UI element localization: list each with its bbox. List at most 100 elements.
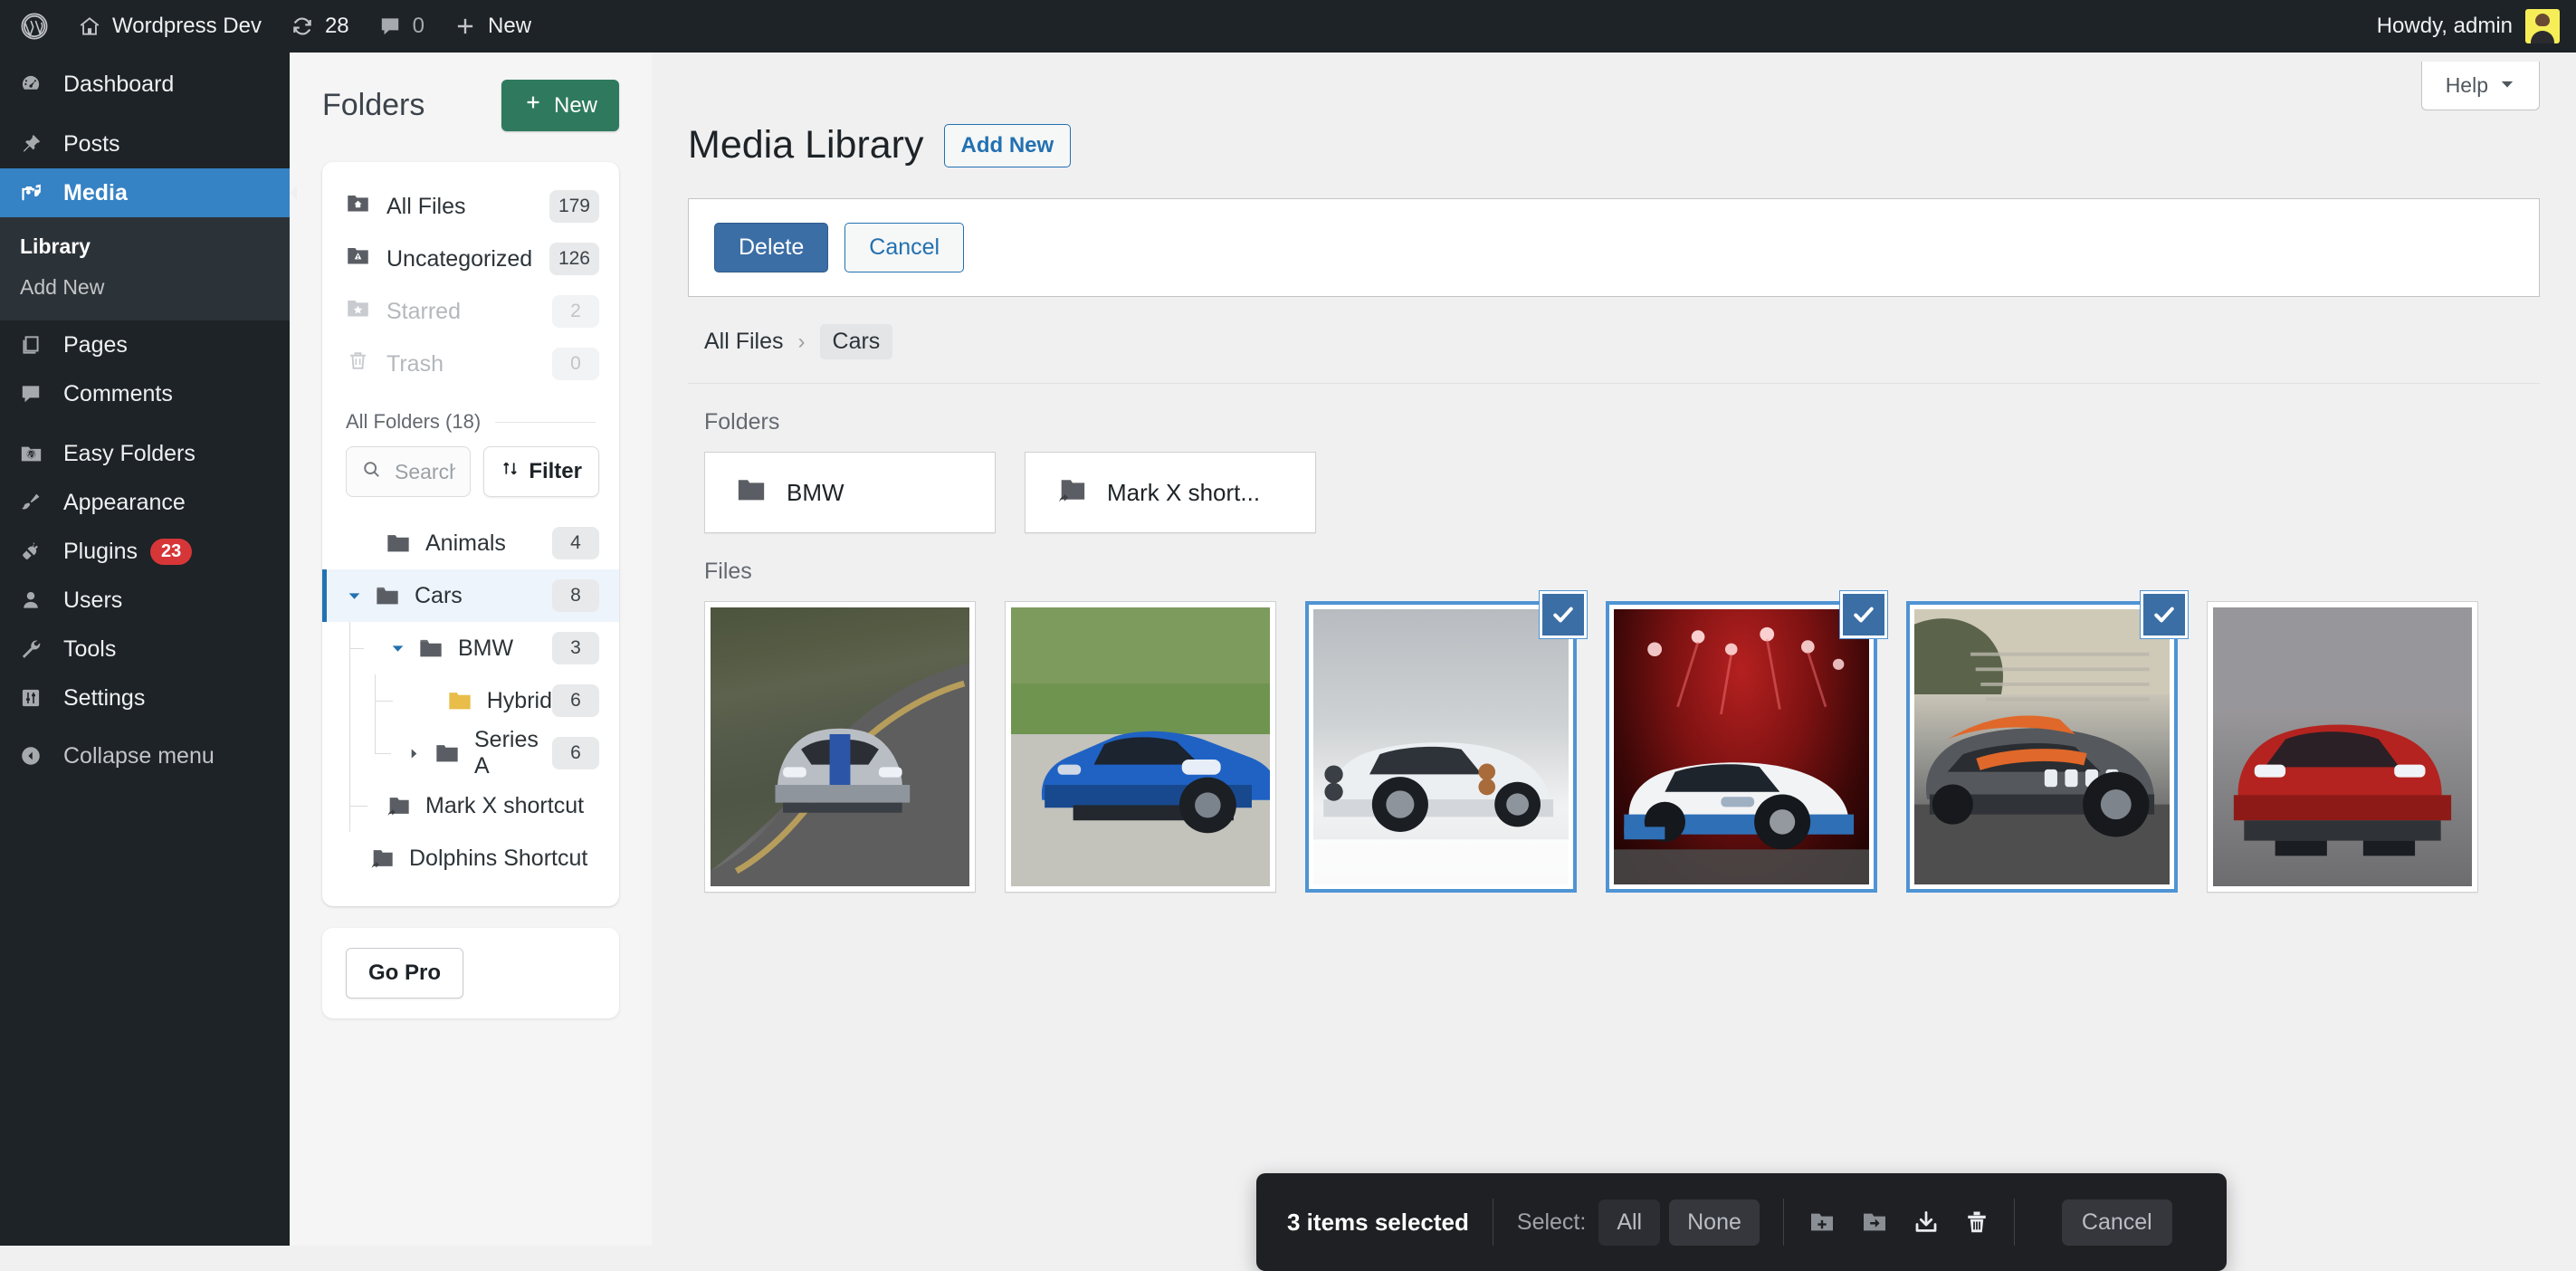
admin-bar: Wordpress Dev 28 0 New Howdy, admin bbox=[0, 0, 2576, 53]
tree-item-series-a[interactable]: Series A 6 bbox=[322, 727, 619, 832]
sidebar-item-label: Posts bbox=[63, 130, 120, 157]
sidebar-item-tools[interactable]: Tools bbox=[0, 625, 290, 674]
submenu-item-library[interactable]: Library bbox=[0, 226, 290, 267]
comments-button[interactable]: 0 bbox=[364, 0, 439, 53]
folder-item-starred[interactable]: Starred 2 bbox=[322, 285, 619, 338]
delete-icon[interactable] bbox=[1963, 1209, 1990, 1236]
sidebar-item-label: Collapse menu bbox=[63, 742, 215, 769]
folders-panel-title: Folders bbox=[322, 88, 425, 122]
media-tile[interactable] bbox=[1906, 591, 2188, 893]
updates-button[interactable]: 28 bbox=[276, 0, 364, 53]
new-content-label: New bbox=[488, 14, 532, 38]
selected-checkmark-icon[interactable] bbox=[2141, 591, 2188, 638]
folder-open-icon bbox=[375, 583, 400, 608]
breadcrumb-current[interactable]: Cars bbox=[819, 324, 893, 359]
folder-search-box[interactable] bbox=[346, 446, 472, 497]
sort-arrows-icon bbox=[501, 459, 520, 484]
folder-item-all-files[interactable]: All Files 179 bbox=[322, 180, 619, 233]
select-none-button[interactable]: None bbox=[1669, 1199, 1760, 1246]
new-content-button[interactable]: New bbox=[439, 0, 546, 53]
account-menu[interactable]: Howdy, admin bbox=[2377, 9, 2576, 43]
help-button[interactable]: Help bbox=[2420, 62, 2540, 110]
tree-item-cars[interactable]: Cars 8 bbox=[322, 569, 619, 622]
cancel-selection-button[interactable]: Cancel bbox=[2061, 1199, 2172, 1246]
tree-item-animals[interactable]: Animals 4 bbox=[322, 517, 619, 569]
copy-to-folder-icon[interactable] bbox=[1860, 1208, 1889, 1237]
folder-item-trash[interactable]: Trash 0 bbox=[322, 338, 619, 390]
filter-label: Filter bbox=[529, 459, 582, 483]
tree-item-bmw[interactable]: BMW 3 bbox=[322, 622, 619, 674]
search-input[interactable] bbox=[395, 459, 456, 484]
download-icon[interactable] bbox=[1913, 1209, 1940, 1236]
sidebar-item-pages[interactable]: Pages bbox=[0, 320, 290, 369]
wordpress-logo-icon bbox=[20, 12, 49, 41]
go-pro-card: Go Pro bbox=[322, 928, 619, 1018]
sidebar-item-label: Dashboard bbox=[63, 71, 175, 97]
updates-icon bbox=[291, 14, 314, 38]
sidebar-item-media[interactable]: Media bbox=[0, 168, 290, 217]
sidebar-item-label: Plugins bbox=[63, 538, 138, 564]
chevron-down-icon[interactable] bbox=[342, 588, 366, 604]
media-tile[interactable] bbox=[2207, 601, 2478, 893]
sidebar-item-collapse-menu[interactable]: Collapse menu bbox=[0, 731, 290, 780]
all-folders-divider: All Folders (18) bbox=[346, 410, 596, 434]
all-folders-label: All Folders (18) bbox=[346, 410, 482, 433]
delete-button[interactable]: Delete bbox=[714, 223, 829, 272]
move-to-folder-icon[interactable] bbox=[1808, 1208, 1837, 1237]
filter-button[interactable]: Filter bbox=[483, 446, 599, 497]
media-thumbnail bbox=[1614, 609, 1869, 884]
sidebar-item-label: Pages bbox=[63, 331, 128, 358]
folder-icon bbox=[434, 741, 460, 766]
cancel-button[interactable]: Cancel bbox=[844, 223, 965, 272]
sidebar-item-label: Comments bbox=[63, 380, 173, 406]
sidebar-item-appearance[interactable]: Appearance bbox=[0, 478, 290, 527]
tree-item-dolphins-shortcut[interactable]: Dolphins Shortcut bbox=[322, 832, 619, 884]
wordpress-logo-button[interactable] bbox=[0, 0, 63, 53]
updates-count: 28 bbox=[324, 14, 349, 38]
new-folder-button[interactable]: New bbox=[501, 80, 619, 131]
sidebar-item-easy-folders[interactable]: Easy Folders bbox=[0, 429, 290, 478]
tree-item-label: Mark X shortcut bbox=[425, 792, 585, 818]
folder-card-mark-x-shortcut[interactable]: Mark X short... bbox=[1025, 452, 1316, 533]
breadcrumb-all-files[interactable]: All Files bbox=[704, 329, 784, 355]
media-tile[interactable] bbox=[1005, 601, 1276, 893]
folders-card: All Files 179 Uncategorized 126 Starred … bbox=[322, 162, 619, 906]
add-new-button[interactable]: Add New bbox=[943, 123, 1072, 167]
plus-icon bbox=[453, 14, 477, 38]
sidebar-item-posts[interactable]: Posts bbox=[0, 119, 290, 168]
menu-separator bbox=[0, 109, 290, 119]
submenu-item-add-new[interactable]: Add New bbox=[0, 267, 290, 308]
tree-item-mark-x-shortcut[interactable]: Mark X shortcut bbox=[322, 648, 619, 832]
tree-item-count: 8 bbox=[552, 579, 599, 612]
media-thumbnail bbox=[1011, 607, 1270, 886]
comments-count: 0 bbox=[412, 14, 425, 38]
folders-section-label: Folders bbox=[704, 409, 780, 435]
chevron-right-icon: › bbox=[797, 329, 806, 354]
files-section-label: Files bbox=[704, 559, 752, 584]
folder-tree: Animals 4 Cars 8 BMW 3 Hybrid 6 Series A… bbox=[322, 517, 619, 894]
go-pro-button[interactable]: Go Pro bbox=[346, 948, 464, 999]
sidebar-item-label: Tools bbox=[63, 636, 117, 662]
select-all-button[interactable]: All bbox=[1598, 1199, 1661, 1246]
media-tile[interactable] bbox=[704, 601, 976, 893]
tree-item-hybrid[interactable]: Hybrid 6 bbox=[322, 674, 619, 779]
folder-card-bmw[interactable]: BMW bbox=[704, 452, 996, 533]
folder-item-uncategorized[interactable]: Uncategorized 126 bbox=[322, 233, 619, 285]
selected-checkmark-icon[interactable] bbox=[1840, 591, 1887, 638]
page-title: Media Library bbox=[688, 123, 924, 167]
site-name-button[interactable]: Wordpress Dev bbox=[63, 0, 276, 53]
chevron-right-icon[interactable] bbox=[402, 747, 425, 760]
sidebar-item-settings[interactable]: Settings bbox=[0, 674, 290, 722]
sidebar-item-dashboard[interactable]: Dashboard bbox=[0, 60, 290, 109]
sidebar-item-plugins[interactable]: Plugins 23 bbox=[0, 527, 290, 576]
toolbar-divider bbox=[1782, 1199, 1784, 1246]
sidebar-item-users[interactable]: Users bbox=[0, 576, 290, 625]
settings-icon bbox=[13, 686, 49, 710]
sidebar-item-comments[interactable]: Comments bbox=[0, 369, 290, 418]
media-tile[interactable] bbox=[1305, 591, 1587, 893]
select-label: Select: bbox=[1516, 1209, 1587, 1235]
media-tile[interactable] bbox=[1606, 591, 1887, 893]
search-icon bbox=[361, 459, 382, 484]
selected-checkmark-icon[interactable] bbox=[1540, 591, 1587, 638]
chevron-down-icon[interactable] bbox=[386, 641, 409, 656]
